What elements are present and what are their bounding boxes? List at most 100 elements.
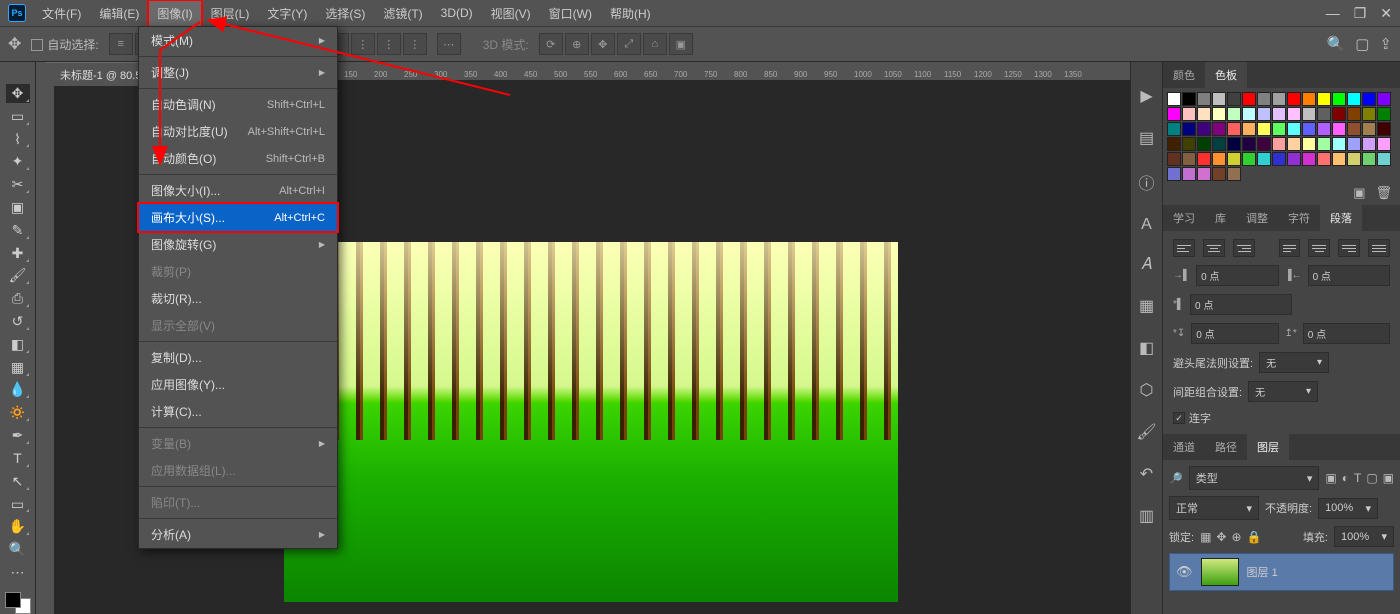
menu-item-图像旋转G[interactable]: 图像旋转(G) <box>139 231 337 258</box>
3d-btn[interactable]: ⤢ <box>617 33 641 55</box>
swatch[interactable] <box>1242 107 1256 121</box>
history-icon[interactable]: ↶ <box>1140 464 1153 484</box>
stamp-tool[interactable]: ⎙ <box>6 289 30 308</box>
swatch[interactable] <box>1242 92 1256 106</box>
swatch[interactable] <box>1167 167 1181 181</box>
menu-image[interactable]: 图像(I) <box>149 1 200 26</box>
lock-position-icon[interactable]: ✥ <box>1216 530 1226 544</box>
swatch[interactable] <box>1362 107 1376 121</box>
layers-mini-icon[interactable]: ▤ <box>1139 128 1154 148</box>
menu-help[interactable]: 帮助(H) <box>602 1 659 26</box>
auto-select-checkbox[interactable]: 自动选择: <box>31 36 98 53</box>
swatch[interactable] <box>1197 107 1211 121</box>
wand-tool[interactable]: ✦ <box>6 152 30 171</box>
swatch[interactable] <box>1272 107 1286 121</box>
swatch[interactable] <box>1182 152 1196 166</box>
filter-icon[interactable]: 🔎 <box>1169 472 1183 485</box>
lock-all-icon[interactable]: 🔒 <box>1247 530 1262 544</box>
justify-center-btn[interactable] <box>1308 239 1330 257</box>
ligature-check[interactable]: ✓连字 <box>1173 410 1390 426</box>
move-tool[interactable]: ✥ <box>6 84 30 103</box>
info-icon[interactable]: ⓘ <box>1138 170 1154 194</box>
3d-btn[interactable]: ▣ <box>669 33 693 55</box>
menu-item-自动颜色O[interactable]: 自动颜色(O)Shift+Ctrl+B <box>139 145 337 172</box>
swatch[interactable] <box>1227 107 1241 121</box>
swatch[interactable] <box>1317 122 1331 136</box>
tab-channels[interactable]: 通道 <box>1163 434 1205 460</box>
maximize-icon[interactable]: ❐ <box>1354 5 1367 22</box>
swatch[interactable] <box>1332 152 1346 166</box>
eyedropper-tool[interactable]: ✎ <box>6 221 30 240</box>
swatch[interactable] <box>1287 107 1301 121</box>
filter-shape-icon[interactable]: ▢ <box>1366 471 1377 485</box>
swatch[interactable] <box>1227 152 1241 166</box>
indent-left-field[interactable]: 0 点 <box>1196 265 1278 286</box>
filter-adj-icon[interactable]: ◐ <box>1342 471 1349 485</box>
tab-libraries[interactable]: 库 <box>1205 205 1236 231</box>
swatch[interactable] <box>1227 92 1241 106</box>
menu-item-模式M[interactable]: 模式(M) <box>139 27 337 54</box>
swatch[interactable] <box>1257 107 1271 121</box>
play-icon[interactable]: ▶ <box>1140 86 1152 106</box>
swatch[interactable] <box>1257 122 1271 136</box>
swatch[interactable] <box>1317 107 1331 121</box>
swatch[interactable] <box>1212 92 1226 106</box>
crop-tool[interactable]: ✂ <box>6 175 30 194</box>
pen-tool[interactable]: ✒ <box>6 426 30 445</box>
swatch[interactable] <box>1167 122 1181 136</box>
swatch[interactable] <box>1302 107 1316 121</box>
swatch[interactable] <box>1257 137 1271 151</box>
fill-field[interactable]: 100%▾ <box>1334 526 1394 547</box>
menu-layer[interactable]: 图层(L) <box>203 1 258 26</box>
justify-all-btn[interactable] <box>1368 239 1390 257</box>
menu-item-计算C[interactable]: 计算(C)... <box>139 398 337 425</box>
dist-btn[interactable]: ⋮ <box>403 33 427 55</box>
swatch[interactable] <box>1257 92 1271 106</box>
swatch[interactable] <box>1302 92 1316 106</box>
3d-btn[interactable]: ✥ <box>591 33 615 55</box>
menu-item-自动色调N[interactable]: 自动色调(N)Shift+Ctrl+L <box>139 91 337 118</box>
swatch[interactable] <box>1317 137 1331 151</box>
blur-tool[interactable]: 💧 <box>6 381 30 400</box>
libraries-icon[interactable]: ▦ <box>1139 296 1154 316</box>
swatch[interactable] <box>1272 137 1286 151</box>
workspace-icon[interactable]: ▢ <box>1355 35 1369 53</box>
swatch[interactable] <box>1347 137 1361 151</box>
layer-row[interactable]: 👁 图层 1 <box>1169 553 1394 591</box>
swatch[interactable] <box>1287 122 1301 136</box>
path-tool[interactable]: ↖ <box>6 472 30 491</box>
swatch[interactable] <box>1362 92 1376 106</box>
hyphen-select[interactable]: 无▾ <box>1259 352 1329 373</box>
swatch[interactable] <box>1362 122 1376 136</box>
swatch[interactable] <box>1272 152 1286 166</box>
swatch[interactable] <box>1287 152 1301 166</box>
char-icon[interactable]: A <box>1141 216 1152 234</box>
swatch[interactable] <box>1212 137 1226 151</box>
swatch[interactable] <box>1197 152 1211 166</box>
tab-character[interactable]: 字符 <box>1278 205 1320 231</box>
swatch[interactable] <box>1227 137 1241 151</box>
swatch[interactable] <box>1332 107 1346 121</box>
zoom-tool[interactable]: 🔍 <box>6 540 30 559</box>
new-swatch-icon[interactable]: ▣ <box>1353 185 1365 201</box>
swatch[interactable] <box>1212 152 1226 166</box>
align-center-btn[interactable] <box>1203 239 1225 257</box>
document-canvas[interactable] <box>284 242 898 602</box>
close-icon[interactable]: ✕ <box>1380 5 1392 22</box>
lock-artboard-icon[interactable]: ⊕ <box>1231 530 1241 544</box>
eraser-tool[interactable]: ◧ <box>6 335 30 354</box>
align-right-btn[interactable] <box>1233 239 1255 257</box>
swatch[interactable] <box>1302 122 1316 136</box>
swatch[interactable] <box>1197 122 1211 136</box>
swatch[interactable] <box>1212 167 1226 181</box>
space-after-field[interactable]: 0 点 <box>1303 323 1390 344</box>
dodge-tool[interactable]: 🔅 <box>6 403 30 422</box>
tab-layers[interactable]: 图层 <box>1247 434 1289 460</box>
menu-window[interactable]: 窗口(W) <box>541 1 600 26</box>
swatch[interactable] <box>1377 92 1391 106</box>
align-left-btn[interactable] <box>1173 239 1195 257</box>
swatch[interactable] <box>1317 92 1331 106</box>
swatch[interactable] <box>1197 167 1211 181</box>
healing-tool[interactable]: ✚ <box>6 244 30 263</box>
3d-btn[interactable]: ⌂ <box>643 33 667 55</box>
